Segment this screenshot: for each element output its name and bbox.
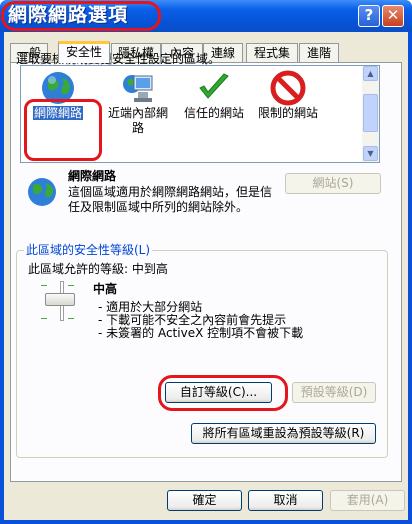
zone-local-intranet[interactable]: 近端內部網路 (103, 68, 173, 162)
tab-advanced[interactable]: 進階 (299, 43, 339, 62)
apply-button[interactable]: 套用(A) (330, 490, 405, 511)
tab-programs[interactable]: 程式集 (246, 43, 298, 62)
reset-all-zones-button[interactable]: 將所有區域重設為預設等級(R) (191, 423, 376, 444)
zone-label: 限制的網站 (257, 106, 318, 120)
help-button[interactable]: ? (358, 5, 380, 27)
cancel-button[interactable]: 取消 (248, 490, 323, 511)
zone-label: 信任的網站 (183, 106, 244, 120)
sites-button[interactable]: 網站(S) (285, 173, 381, 194)
scroll-down-icon[interactable]: ▼ (363, 146, 378, 161)
no-entry-icon (270, 70, 306, 106)
allowed-levels-text: 此區域允許的等級: 中到高 (28, 262, 168, 276)
ok-button[interactable]: 確定 (167, 490, 242, 511)
zone-list-scrollbar[interactable]: ▲ ▼ (362, 66, 379, 162)
slider-tick (68, 285, 74, 286)
zone-highlight-ring (24, 99, 102, 161)
close-button[interactable]: ✕ (382, 5, 404, 27)
internet-options-window: 網際網路選項 ? ✕ 一般 安全性 隱私權 內容 連線 程式集 進階 選取要檢視… (0, 0, 412, 524)
security-level-group-label: 此區域的安全性等級(L) (24, 241, 153, 258)
security-level-name: 中高 (93, 282, 118, 296)
intranet-icon (123, 75, 153, 102)
scroll-thumb[interactable] (363, 94, 378, 132)
slider-tick (41, 318, 47, 319)
scroll-up-icon[interactable]: ▲ (363, 66, 378, 81)
zone-restricted-sites[interactable]: 限制的網站 (253, 68, 323, 162)
slider-tick (68, 318, 74, 319)
security-level-slider[interactable] (45, 293, 75, 306)
checkmark-icon (199, 73, 229, 99)
zone-description-title: 網際網路 (68, 169, 117, 183)
title-highlight-ring (1, 1, 161, 31)
tab-security[interactable]: 安全性 (58, 41, 110, 63)
security-level-bullets: - 適用於大部分網站 - 下載可能不安全之內容前會先提示 - 未簽署的 Acti… (98, 301, 303, 340)
zone-description-text: 這個區域適用於網際網路網站，但是信任及限制區域中所列的網站除外。 (68, 185, 273, 214)
level-bullet: - 未簽署的 ActiveX 控制項不會被下載 (98, 326, 304, 340)
default-level-button[interactable]: 預設等級(D) (292, 382, 376, 403)
custom-level-highlight-ring (158, 375, 288, 411)
globe-icon (28, 178, 56, 206)
title-bar[interactable]: 網際網路選項 ? ✕ (0, 0, 412, 32)
zone-trusted-sites[interactable]: 信任的網站 (179, 68, 249, 162)
zone-label: 近端內部網路 (107, 106, 168, 135)
slider-tick (41, 285, 47, 286)
